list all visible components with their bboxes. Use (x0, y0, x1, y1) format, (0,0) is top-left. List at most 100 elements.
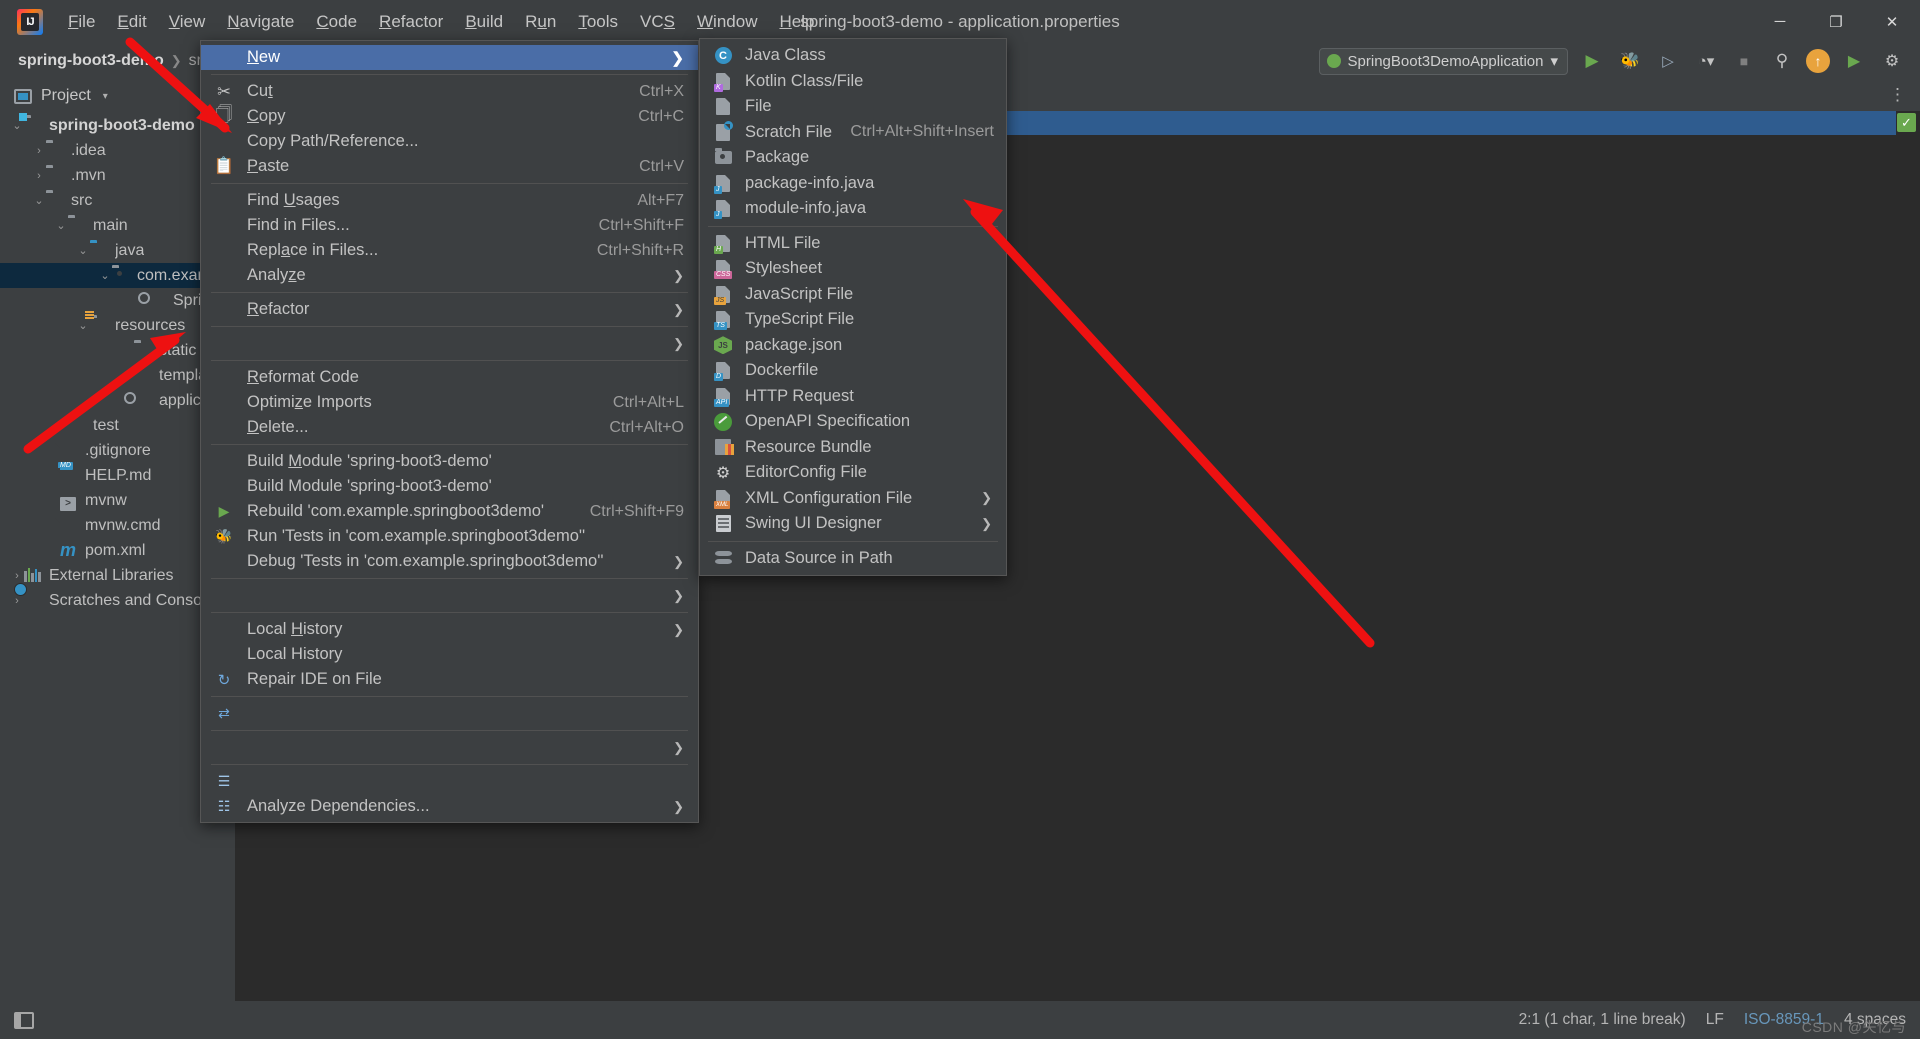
chevron-down-icon[interactable]: ▾ (1550, 52, 1558, 70)
run-configuration-selector[interactable]: SpringBoot3DemoApplication ▾ (1318, 47, 1568, 75)
menu-item-replace-in-files[interactable]: Replace in Files... Ctrl+Shift+R (201, 238, 698, 263)
context-menu[interactable]: New ❯ ✂ Cut Ctrl+X 🗍 Copy Ctrl+C Copy Pa… (200, 40, 699, 823)
menu-item-paste[interactable]: 📋 Paste Ctrl+V (201, 154, 698, 179)
menu-item-repair-ide-on-file[interactable]: Local History (201, 642, 698, 667)
line-separator[interactable]: LF (1706, 1011, 1724, 1029)
submenu-item-openapi-specification[interactable]: OpenAPI Specification (700, 409, 1006, 435)
chevron-down-icon[interactable]: ⌄ (98, 269, 112, 282)
menu-item-compare-with[interactable]: ⇄ (201, 701, 698, 726)
menu-separator (211, 444, 688, 445)
profiler-icon[interactable]: ◔▾ (1692, 47, 1720, 75)
menu-code[interactable]: Code (305, 8, 368, 36)
submenu-item-package[interactable]: Package (700, 145, 1006, 171)
settings-icon[interactable]: ⚙ (1878, 47, 1906, 75)
menu-item-label: Optimize Imports (247, 393, 372, 411)
menu-window[interactable]: Window (686, 8, 768, 36)
menu-file[interactable]: File (57, 8, 106, 36)
submenu-item-scratch-file[interactable]: Scratch File Ctrl+Alt+Shift+Insert (700, 120, 1006, 146)
chevron-right-icon[interactable]: › (32, 170, 46, 182)
submenu-item-typescript-file[interactable]: TS TypeScript File (700, 307, 1006, 333)
close-button[interactable]: ✕ (1864, 0, 1920, 43)
new-submenu[interactable]: C Java Class K Kotlin Class/File File Sc… (699, 38, 1007, 576)
maximize-button[interactable]: ❐ (1808, 0, 1864, 43)
menu-item-local-history[interactable]: Local History ❯ (201, 617, 698, 642)
menu-run[interactable]: Run (514, 8, 567, 36)
menu-item-run-tests[interactable]: ▶ Rebuild 'com.example.springboot3demo' … (201, 499, 698, 524)
menu-item-copy[interactable]: 🗍 Copy Ctrl+C (201, 104, 698, 129)
submenu-item-editorconfig-file[interactable]: ⚙ EditorConfig File (700, 460, 1006, 486)
submenu-item-module-info-java[interactable]: J module-info.java (700, 196, 1006, 222)
chevron-down-icon[interactable]: ⌄ (54, 219, 68, 232)
submenu-item-html-file[interactable]: H HTML File (700, 231, 1006, 257)
submenu-item-http-request[interactable]: API HTTP Request (700, 384, 1006, 410)
chevron-down-icon[interactable]: ⌄ (10, 119, 24, 132)
window-controls[interactable]: ─ ❐ ✕ (1752, 0, 1920, 43)
menu-item-analyze[interactable]: Analyze ❯ (201, 263, 698, 288)
submenu-item-java-class[interactable]: C Java Class (700, 43, 1006, 69)
menu-item-open-in[interactable]: ❯ (201, 583, 698, 608)
chevron-right-icon[interactable]: › (32, 145, 46, 157)
chevron-down-icon[interactable]: ▾ (103, 91, 108, 102)
menu-item-optimize-imports[interactable]: Optimize Imports Ctrl+Alt+L (201, 390, 698, 415)
search-icon[interactable]: ⚲ (1768, 47, 1796, 75)
minimize-button[interactable]: ─ (1752, 0, 1808, 43)
menu-item-reload-from-disk[interactable]: ↻ Repair IDE on File (201, 667, 698, 692)
menu-item-analyze-dependencies[interactable]: ☰ (201, 769, 698, 794)
caret-position[interactable]: 2:1 (1 char, 1 line break) (1519, 1011, 1686, 1029)
menu-vcs[interactable]: VCS (629, 8, 686, 36)
inspection-status-icon[interactable]: ✓ (1897, 113, 1916, 132)
debug-icon[interactable]: 🐝 (1616, 47, 1644, 75)
menu-item-reformat-code[interactable]: Reformat Code (201, 365, 698, 390)
chevron-right-icon[interactable]: › (10, 570, 24, 582)
stop-icon[interactable]: ■ (1730, 47, 1758, 75)
run-with-coverage-icon[interactable]: ▷ (1654, 47, 1682, 75)
ide-assistant-icon[interactable]: ▶ (1840, 47, 1868, 75)
menu-edit[interactable]: Edit (106, 8, 157, 36)
layout-icon[interactable] (14, 1011, 34, 1029)
menu-item-rebuild[interactable]: Build Module 'spring-boot3-demo' (201, 474, 698, 499)
submenu-item-file[interactable]: File (700, 94, 1006, 120)
menu-item-more-run-debug[interactable]: Debug 'Tests in 'com.example.springboot3… (201, 549, 698, 574)
menu-build[interactable]: Build (454, 8, 514, 36)
menu-item-build-module[interactable]: Build Module 'spring-boot3-demo' (201, 449, 698, 474)
menu-navigate[interactable]: Navigate (216, 8, 305, 36)
menu-item-bookmarks[interactable]: ❯ (201, 331, 698, 356)
chevron-down-icon[interactable]: ⌄ (32, 194, 46, 207)
update-project-icon[interactable]: ↑ (1806, 49, 1830, 73)
run-icon[interactable]: ▶ (1578, 47, 1606, 75)
menu-item-new[interactable]: New ❯ (201, 45, 698, 70)
submenu-item-stylesheet[interactable]: CSS Stylesheet (700, 256, 1006, 282)
menu-item-find-usages[interactable]: Find Usages Alt+F7 (201, 188, 698, 213)
menu-view[interactable]: View (158, 8, 217, 36)
menu-tools[interactable]: Tools (567, 8, 629, 36)
menu-item-find-in-files[interactable]: Find in Files... Ctrl+Shift+F (201, 213, 698, 238)
chevron-down-icon[interactable]: ⌄ (76, 319, 90, 332)
submenu-item-javascript-file[interactable]: JS JavaScript File (700, 282, 1006, 308)
chevron-right-icon[interactable]: › (10, 595, 24, 607)
menu-item-refactor[interactable]: Refactor ❯ (201, 297, 698, 322)
breadcrumb-project[interactable]: spring-boot3-demo (18, 52, 164, 70)
menu-item-copy-path-reference[interactable]: Copy Path/Reference... (201, 129, 698, 154)
submenu-item-data-source-in-path[interactable]: Data Source in Path (700, 546, 1006, 572)
submenu-item-resource-bundle[interactable]: Resource Bundle (700, 435, 1006, 461)
menu-bar[interactable]: File Edit View Navigate Code Refactor Bu… (57, 0, 825, 43)
menu-item-delete[interactable]: Delete... Ctrl+Alt+O (201, 415, 698, 440)
menu-item-mark-directory-as[interactable]: ❯ (201, 735, 698, 760)
chevron-right-icon[interactable]: › (54, 420, 68, 432)
run-icon: ▶ (218, 503, 230, 519)
menu-help[interactable]: Help (768, 8, 825, 36)
chevron-down-icon[interactable]: ⌄ (76, 244, 90, 257)
submenu-item-dockerfile[interactable]: D Dockerfile (700, 358, 1006, 384)
menu-separator (211, 730, 688, 731)
submenu-item-swing-ui-designer[interactable]: Swing UI Designer ❯ (700, 511, 1006, 537)
submenu-item-package-info-java[interactable]: J package-info.java (700, 171, 1006, 197)
menu-item-debug-tests[interactable]: 🐝 Run 'Tests in 'com.example.springboot3… (201, 524, 698, 549)
submenu-item-package-json[interactable]: JS package.json (700, 333, 1006, 359)
folder-icon (46, 193, 64, 209)
submenu-item-kotlin-class-file[interactable]: K Kotlin Class/File (700, 69, 1006, 95)
menu-item-diagrams[interactable]: ☷ Analyze Dependencies... ❯ (201, 794, 698, 819)
editor-options-icon[interactable]: ⋮ (1889, 85, 1906, 105)
menu-refactor[interactable]: Refactor (368, 8, 454, 36)
submenu-item-xml-configuration-file[interactable]: XML XML Configuration File ❯ (700, 486, 1006, 512)
menu-item-cut[interactable]: ✂ Cut Ctrl+X (201, 79, 698, 104)
